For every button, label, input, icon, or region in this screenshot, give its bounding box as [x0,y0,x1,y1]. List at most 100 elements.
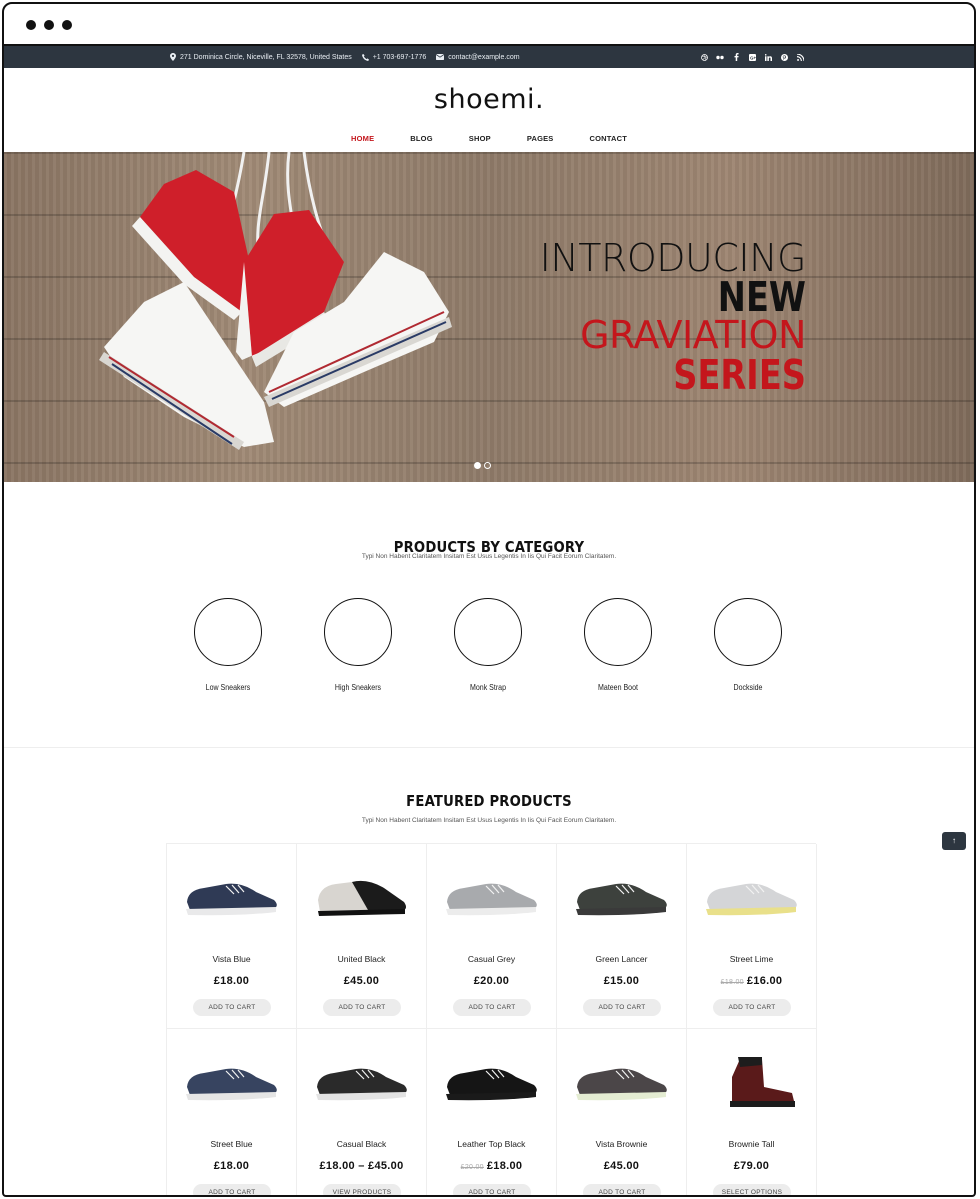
add-to-cart-button[interactable]: SELECT OPTIONS [713,1184,791,1195]
back-to-top-button[interactable]: ↑ [942,832,966,850]
product-image[interactable] [442,1057,542,1109]
category-label[interactable]: High Sneakers [328,683,388,692]
add-to-cart-button[interactable]: ADD TO CART [323,999,401,1016]
product-card[interactable]: Street Lime £18.00 £16.00 ADD TO CART [687,844,817,1029]
product-name[interactable]: Vista Blue [167,954,296,964]
window-dot[interactable] [62,20,72,30]
slider-dot[interactable] [484,462,491,469]
product-name[interactable]: Street Lime [687,954,816,964]
hero-line-graviation: GRAVIATION [580,313,806,358]
category-image[interactable] [454,598,522,666]
nav-contact[interactable]: CONTACT [590,134,628,143]
add-to-cart-button[interactable]: ADD TO CART [713,999,791,1016]
product-card[interactable]: Vista Brownie £45.00 ADD TO CART [557,1029,687,1195]
product-name[interactable]: Vista Brownie [557,1139,686,1149]
product-price: £45.00 [297,975,426,987]
category-image[interactable] [714,598,782,666]
category-image[interactable] [324,598,392,666]
category-item[interactable]: High Sneakers [324,598,392,692]
map-pin-icon [170,53,176,61]
rss-icon[interactable] [796,53,804,61]
category-item[interactable]: Mateen Boot [584,598,652,692]
category-label[interactable]: Monk Strap [458,683,518,692]
product-current-price: £45.00 [343,975,380,987]
product-image[interactable] [702,1057,802,1109]
featured-section-title: FEATURED PRODUCTS [406,792,572,810]
nav-pages[interactable]: PAGES [527,134,554,143]
product-current-price: £79.00 [733,1160,770,1172]
add-to-cart-button[interactable]: ADD TO CART [583,1184,661,1195]
pinterest-icon[interactable] [780,53,788,61]
flickr-icon[interactable] [716,53,724,61]
phone[interactable]: +1 703-697-1776 [361,53,426,61]
product-image[interactable] [182,872,282,924]
category-item[interactable]: Monk Strap [454,598,522,692]
product-name[interactable]: Street Blue [167,1139,296,1149]
product-current-price: £45.00 [603,1160,640,1172]
product-name[interactable]: United Black [297,954,426,964]
category-section-subtitle: Typi Non Habent Claritatem Insitam Est U… [361,553,617,560]
hero-line-introducing: INTRODUCING [539,236,807,280]
product-name[interactable]: Brownie Tall [687,1139,816,1149]
hero-line-series: SERIES [673,350,806,399]
category-label[interactable]: Dockside [718,683,778,692]
category-item[interactable]: Low Sneakers [194,598,262,692]
product-card[interactable]: Street Blue £18.00 ADD TO CART [167,1029,297,1195]
product-image[interactable] [572,872,672,924]
featured-products: FEATURED PRODUCTS Typi Non Habent Clarit… [4,748,974,1195]
product-price: £79.00 [687,1160,816,1172]
product-image[interactable] [312,1057,412,1109]
add-to-cart-button[interactable]: VIEW PRODUCTS [323,1184,401,1195]
category-label[interactable]: Mateen Boot [588,683,648,692]
slider-pagination [474,462,491,469]
product-name[interactable]: Casual Grey [427,954,556,964]
window-dot[interactable] [44,20,54,30]
product-current-price: £18.00 [213,975,250,987]
product-price: £18.00 – £45.00 [297,1160,426,1172]
category-image[interactable] [584,598,652,666]
product-card[interactable]: Vista Blue £18.00 ADD TO CART [167,844,297,1029]
window-dot[interactable] [26,20,36,30]
product-price: £20.00 £18.00 [427,1160,556,1172]
product-card[interactable]: Brownie Tall £79.00 SELECT OPTIONS [687,1029,817,1195]
product-current-price: £15.00 [603,975,640,987]
google-plus-icon[interactable]: G+ [748,53,756,61]
product-card[interactable]: United Black £45.00 ADD TO CART [297,844,427,1029]
product-image[interactable] [312,872,412,924]
product-name[interactable]: Casual Black [297,1139,426,1149]
product-name[interactable]: Leather Top Black [427,1139,556,1149]
slider-dot[interactable] [474,462,481,469]
email-link[interactable]: contact@example.com [436,54,520,61]
product-image[interactable] [572,1057,672,1109]
add-to-cart-button[interactable]: ADD TO CART [453,999,531,1016]
facebook-icon[interactable] [732,53,740,61]
add-to-cart-button[interactable]: ADD TO CART [453,1184,531,1195]
product-card[interactable]: Casual Grey £20.00 ADD TO CART [427,844,557,1029]
featured-section-subtitle: Typi Non Habent Claritatem Insitam Est U… [361,817,617,824]
nav-shop[interactable]: SHOP [469,134,491,143]
product-card[interactable]: Casual Black £18.00 – £45.00 VIEW PRODUCTS [297,1029,427,1195]
hero-slider[interactable]: INTRODUCING NEW GRAVIATION SERIES [4,152,974,482]
product-image[interactable] [182,1057,282,1109]
add-to-cart-button[interactable]: ADD TO CART [193,1184,271,1195]
product-price: £18.00 £16.00 [687,975,816,987]
category-image[interactable] [194,598,262,666]
product-card[interactable]: Green Lancer £15.00 ADD TO CART [557,844,687,1029]
product-image[interactable] [702,872,802,924]
hero-line-new: NEW [717,273,806,322]
category-label[interactable]: Low Sneakers [198,683,258,692]
nav-home[interactable]: HOME [351,134,374,143]
browser-chrome [4,4,974,46]
linkedin-icon[interactable] [764,53,772,61]
add-to-cart-button[interactable]: ADD TO CART [193,999,271,1016]
category-list: Low Sneakers High Sneakers Monk Strap Ma… [194,598,782,692]
category-item[interactable]: Dockside [714,598,782,692]
site-logo[interactable]: shoemi. [4,84,974,115]
add-to-cart-button[interactable]: ADD TO CART [583,999,661,1016]
dribbble-icon[interactable] [700,53,708,61]
product-name[interactable]: Green Lancer [557,954,686,964]
product-card[interactable]: Leather Top Black £20.00 £18.00 ADD TO CART [427,1029,557,1195]
nav-blog[interactable]: BLOG [410,134,432,143]
product-price: £45.00 [557,1160,686,1172]
product-image[interactable] [442,872,542,924]
